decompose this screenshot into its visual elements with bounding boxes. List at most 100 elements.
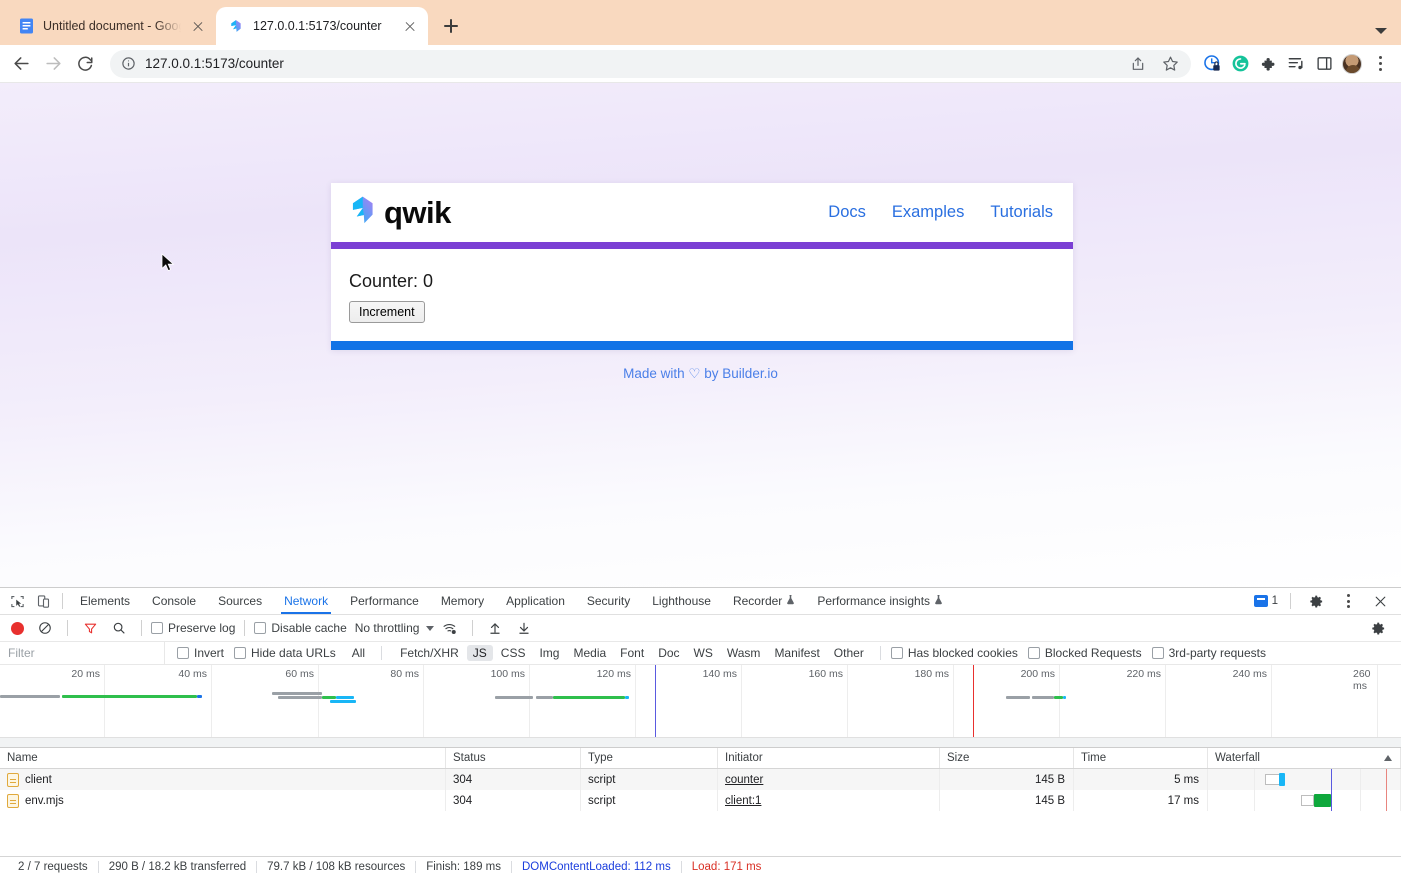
- media-list-icon[interactable]: [1283, 51, 1309, 77]
- type-filter-js[interactable]: JS: [467, 645, 493, 661]
- gear-icon[interactable]: [1303, 589, 1329, 613]
- qwik-logo-icon: [349, 195, 377, 230]
- tab-memory[interactable]: Memory: [430, 588, 495, 614]
- nav-link-docs[interactable]: Docs: [828, 203, 866, 222]
- qwik-logo[interactable]: qwik: [349, 195, 451, 230]
- star-icon[interactable]: [1157, 51, 1183, 77]
- export-har-icon[interactable]: [511, 616, 537, 640]
- column-header-type[interactable]: Type: [581, 748, 718, 768]
- preserve-log-checkbox[interactable]: Preserve log: [151, 621, 235, 635]
- network-request-list[interactable]: client 304 script counter 145 B 5 ms: [0, 769, 1401, 856]
- request-name: client: [25, 774, 52, 786]
- browser-tab-google-docs[interactable]: Untitled document - Google Do: [6, 7, 216, 45]
- invert-checkbox[interactable]: Invert: [177, 646, 224, 660]
- type-filter-media[interactable]: Media: [567, 645, 612, 661]
- column-header-status[interactable]: Status: [446, 748, 581, 768]
- type-filter-ws[interactable]: WS: [688, 645, 719, 661]
- type-filter-img[interactable]: Img: [533, 645, 565, 661]
- share-icon[interactable]: [1125, 51, 1151, 77]
- tick-label: 20 ms: [71, 668, 104, 680]
- column-header-time[interactable]: Time: [1074, 748, 1208, 768]
- type-filter-doc[interactable]: Doc: [652, 645, 685, 661]
- overview-scrollbar-band[interactable]: [0, 737, 1401, 747]
- search-icon[interactable]: [106, 616, 132, 640]
- address-bar[interactable]: 127.0.0.1:5173/counter: [110, 50, 1191, 78]
- type-filter-css[interactable]: CSS: [495, 645, 532, 661]
- type-filter-wasm[interactable]: Wasm: [721, 645, 767, 661]
- tab-sources[interactable]: Sources: [207, 588, 273, 614]
- type-filter-font[interactable]: Font: [614, 645, 650, 661]
- import-har-icon[interactable]: [482, 616, 508, 640]
- device-toolbar-icon[interactable]: [30, 589, 56, 613]
- cell-name[interactable]: client: [0, 769, 446, 790]
- type-filter-all[interactable]: All: [346, 645, 371, 661]
- type-filter-fetch-xhr[interactable]: Fetch/XHR: [394, 645, 465, 661]
- load-event-marker: [1386, 790, 1387, 811]
- chevron-down-icon: [426, 626, 434, 631]
- network-table-header: Name Status Type Initiator Size Time Wat…: [0, 748, 1401, 769]
- type-filter-manifest[interactable]: Manifest: [768, 645, 825, 661]
- tab-console[interactable]: Console: [141, 588, 207, 614]
- side-panel-icon[interactable]: [1311, 51, 1337, 77]
- column-header-size[interactable]: Size: [940, 748, 1074, 768]
- tick-label: 160 ms: [809, 668, 847, 680]
- tab-security[interactable]: Security: [576, 588, 641, 614]
- browser-tab-qwik-counter[interactable]: 127.0.0.1:5173/counter: [216, 7, 428, 45]
- close-icon[interactable]: [190, 18, 206, 34]
- network-conditions-icon[interactable]: [437, 616, 463, 640]
- kebab-menu-icon[interactable]: [1367, 51, 1393, 77]
- tab-performance-insights[interactable]: Performance insights: [806, 588, 954, 614]
- close-icon[interactable]: [402, 18, 418, 34]
- inspect-element-icon[interactable]: [4, 589, 30, 613]
- tab-network[interactable]: Network: [273, 588, 339, 614]
- initiator-link[interactable]: client:1: [725, 795, 761, 807]
- cell-initiator[interactable]: counter: [718, 769, 940, 790]
- back-arrow-icon[interactable]: [6, 49, 36, 79]
- has-blocked-cookies-checkbox[interactable]: Has blocked cookies: [891, 646, 1018, 660]
- record-button-icon[interactable]: [11, 622, 24, 635]
- grammarly-icon[interactable]: [1227, 51, 1253, 77]
- filter-funnel-icon[interactable]: [77, 616, 103, 640]
- table-row[interactable]: client 304 script counter 145 B 5 ms: [0, 769, 1401, 790]
- forward-arrow-icon[interactable]: [38, 49, 68, 79]
- increment-button[interactable]: Increment: [349, 301, 425, 323]
- tab-performance[interactable]: Performance: [339, 588, 430, 614]
- type-filter-other[interactable]: Other: [828, 645, 870, 661]
- close-icon[interactable]: [1367, 589, 1393, 613]
- new-tab-button[interactable]: [437, 12, 465, 40]
- column-header-initiator[interactable]: Initiator: [718, 748, 940, 768]
- avatar[interactable]: [1339, 51, 1365, 77]
- throttling-dropdown[interactable]: No throttling: [355, 621, 435, 635]
- puzzle-piece-icon[interactable]: [1255, 51, 1281, 77]
- tab-elements[interactable]: Elements: [69, 588, 141, 614]
- info-circle-icon[interactable]: [121, 56, 136, 71]
- blue-lock-circle-icon[interactable]: [1199, 51, 1225, 77]
- third-party-requests-label: 3rd-party requests: [1169, 646, 1266, 660]
- network-settings-gear-icon[interactable]: [1365, 616, 1391, 640]
- tab-label: Application: [506, 594, 565, 608]
- network-overview-timeline[interactable]: 20 ms 40 ms 60 ms 80 ms 100 ms 120 ms 14…: [0, 665, 1401, 748]
- disable-cache-checkbox[interactable]: Disable cache: [254, 621, 346, 635]
- column-header-waterfall[interactable]: Waterfall: [1208, 748, 1401, 768]
- hide-data-urls-checkbox[interactable]: Hide data URLs: [234, 646, 336, 660]
- cell-initiator[interactable]: client:1: [718, 790, 940, 811]
- blocked-requests-checkbox[interactable]: Blocked Requests: [1028, 646, 1142, 660]
- reload-icon[interactable]: [70, 49, 100, 79]
- initiator-link[interactable]: counter: [725, 774, 763, 786]
- tab-lighthouse[interactable]: Lighthouse: [641, 588, 722, 614]
- chevron-down-icon[interactable]: [1375, 28, 1387, 34]
- filter-input[interactable]: [0, 642, 165, 664]
- nav-link-tutorials[interactable]: Tutorials: [990, 203, 1053, 222]
- kebab-menu-icon[interactable]: [1335, 589, 1361, 613]
- tab-application[interactable]: Application: [495, 588, 576, 614]
- table-row[interactable]: env.mjs 304 script client:1 145 B 17 ms: [0, 790, 1401, 811]
- clear-icon[interactable]: [32, 616, 58, 640]
- column-header-name[interactable]: Name: [0, 748, 446, 768]
- tab-recorder[interactable]: Recorder: [722, 588, 806, 614]
- nav-link-examples[interactable]: Examples: [892, 203, 964, 222]
- address-bar-url[interactable]: 127.0.0.1:5173/counter: [145, 56, 1116, 71]
- cell-name[interactable]: env.mjs: [0, 790, 446, 811]
- third-party-requests-checkbox[interactable]: 3rd-party requests: [1152, 646, 1266, 660]
- browser-toolbar: 127.0.0.1:5173/counter: [0, 45, 1401, 83]
- message-count-badge[interactable]: 1: [1254, 595, 1278, 607]
